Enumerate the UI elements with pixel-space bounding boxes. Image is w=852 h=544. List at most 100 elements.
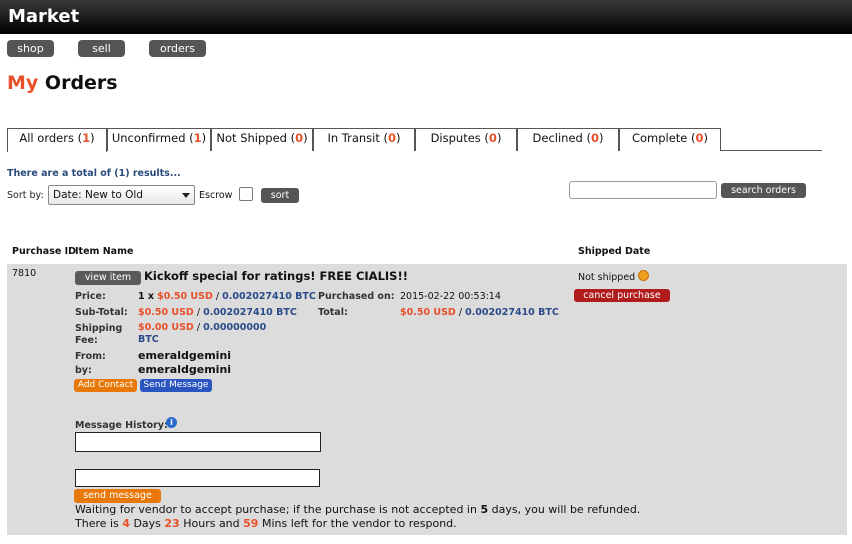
tab-label: Disputes (	[430, 131, 489, 145]
total-value: $0.50 USD / 0.002027410 BTC	[400, 307, 559, 318]
from-value: emeraldgemini	[138, 349, 232, 362]
column-header-shipped-date: Shipped Date	[578, 246, 651, 257]
tab-label: Declined (	[532, 131, 591, 145]
sort-label: Sort by:	[7, 190, 44, 201]
tab-paren: )	[201, 131, 207, 145]
subtotal-value: $0.50 USD / 0.002027410 BTC	[138, 307, 297, 318]
tab-count: 0	[590, 131, 599, 145]
warning-icon	[638, 270, 649, 281]
tab-all-orders[interactable]: All orders (1)	[7, 128, 107, 152]
price-usd: $0.50 USD	[157, 291, 213, 302]
tab-paren: )	[703, 131, 709, 145]
status-line-accept: Waiting for vendor to accept purchase; i…	[75, 503, 640, 516]
shipping-btc-unit: BTC	[138, 334, 159, 345]
top-bar: Market	[0, 0, 852, 34]
tab-label: All orders (	[19, 131, 83, 145]
item-title[interactable]: Kickoff special for ratings! FREE CIALIS…	[144, 269, 408, 283]
tab-count: 0	[388, 131, 397, 145]
order-row: 7810 view item Kickoff special for ratin…	[7, 264, 847, 535]
sort-selected-value: Date: New to Old	[53, 189, 143, 201]
page-title-my: My	[7, 72, 39, 94]
tab-declined[interactable]: Declined (0)	[517, 128, 619, 151]
shop-button[interactable]: shop	[7, 40, 54, 57]
tab-complete[interactable]: Complete (0)	[619, 128, 721, 151]
tab-in-transit[interactable]: In Transit (0)	[313, 128, 415, 151]
tab-label: Not Shipped (	[216, 131, 296, 145]
price-qty: 1 x	[138, 291, 155, 302]
status-text: Mins left for the vendor to respond.	[261, 517, 457, 530]
app-title: Market	[8, 6, 80, 27]
message-input[interactable]	[75, 469, 320, 487]
orders-button[interactable]: orders	[149, 40, 206, 57]
status-text: Hours and	[183, 517, 240, 530]
tab-paren: )	[598, 131, 604, 145]
sort-button[interactable]: sort	[261, 188, 299, 203]
send-message-submit-button[interactable]: send message	[74, 489, 161, 503]
column-header-purchase-id: Purchase ID	[12, 246, 77, 257]
escrow-checkbox[interactable]	[239, 187, 253, 201]
total-sep: /	[458, 307, 463, 318]
search-orders-button[interactable]: search orders	[721, 183, 806, 198]
price-btc: 0.002027410 BTC	[222, 291, 316, 302]
tab-paren: )	[496, 131, 502, 145]
price-value: 1 x $0.50 USD / 0.002027410 BTC	[138, 291, 316, 302]
add-contact-button[interactable]: Add Contact	[74, 379, 137, 392]
info-icon[interactable]: i	[166, 417, 177, 428]
column-header-item-name: Item Name	[75, 246, 134, 257]
by-label: by:	[75, 365, 92, 376]
message-history-label: Message History:	[75, 420, 168, 431]
status-accept-days: 5	[480, 503, 489, 516]
status-text: Waiting for vendor to accept purchase; i…	[75, 503, 477, 516]
tab-disputes[interactable]: Disputes (0)	[415, 128, 517, 151]
total-label: Total:	[318, 307, 348, 318]
send-message-button[interactable]: Send Message	[140, 379, 212, 392]
status-days: 4	[122, 517, 130, 530]
shipping-label: Shipping	[75, 323, 123, 334]
sort-select[interactable]: Date: New to Old	[48, 185, 195, 205]
escrow-label: Escrow	[199, 190, 233, 201]
status-line-remaining: There is 4 Days 23 Hours and 59 Mins lef…	[75, 517, 457, 530]
results-count: There are a total of (1) results...	[7, 168, 181, 179]
purchased-on-label: Purchased on:	[318, 291, 395, 302]
tab-count: 0	[488, 131, 497, 145]
tab-paren: )	[303, 131, 308, 145]
page-title: My Orders	[7, 72, 118, 94]
tab-label: In Transit (	[327, 131, 389, 145]
tab-not-shipped[interactable]: Not Shipped (0)	[211, 128, 313, 151]
shipping-fee-label: Fee:	[75, 335, 98, 346]
total-btc: 0.002027410 BTC	[465, 307, 559, 318]
tab-paren: )	[90, 131, 95, 145]
sell-button[interactable]: sell	[78, 40, 125, 57]
tab-label: Complete (	[631, 131, 696, 145]
shipping-sep: /	[196, 322, 201, 333]
search-input[interactable]	[569, 181, 717, 199]
tab-paren: )	[396, 131, 401, 145]
status-text: days, you will be refunded.	[491, 503, 641, 516]
shipping-btc: 0.00000000	[203, 322, 267, 333]
shipping-usd: $0.00 USD	[138, 322, 194, 333]
tab-count: 1	[82, 131, 91, 145]
shipped-status: Not shipped	[578, 272, 636, 283]
page-title-orders: Orders	[44, 72, 118, 94]
price-sep: /	[215, 291, 220, 302]
order-tabs: All orders (1) Unconfirmed (1) Not Shipp…	[7, 128, 822, 152]
from-label: From:	[75, 351, 106, 362]
tab-count: 1	[193, 131, 202, 145]
total-usd: $0.50 USD	[400, 307, 456, 318]
subtotal-usd: $0.50 USD	[138, 307, 194, 318]
status-text: There is	[75, 517, 119, 530]
chevron-down-icon	[182, 193, 190, 198]
status-text: Days	[133, 517, 161, 530]
subtotal-sep: /	[196, 307, 201, 318]
subtotal-label: Sub-Total:	[75, 307, 128, 318]
cancel-purchase-button[interactable]: cancel purchase	[574, 289, 670, 302]
by-value: emeraldgemini	[138, 363, 232, 376]
message-history-box[interactable]	[75, 432, 321, 452]
tab-unconfirmed[interactable]: Unconfirmed (1)	[107, 128, 211, 151]
shipping-value: $0.00 USD / 0.00000000	[138, 322, 266, 333]
purchased-on-value: 2015-02-22 00:53:14	[400, 291, 501, 302]
view-item-button[interactable]: view item	[75, 271, 141, 285]
status-mins: 59	[243, 517, 259, 530]
price-label: Price:	[75, 291, 106, 302]
purchase-id: 7810	[12, 268, 37, 279]
